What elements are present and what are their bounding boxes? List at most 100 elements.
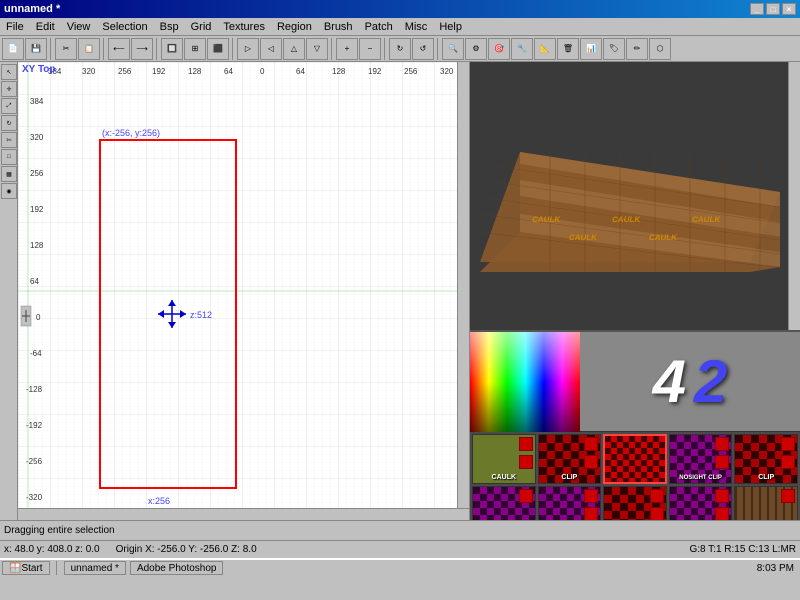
toolbar-btn-23[interactable]: 🗑 [557, 38, 579, 60]
toolbar-btn-19[interactable]: ⚙ [465, 38, 487, 60]
tool-scale[interactable]: ⤢ [1, 98, 17, 114]
menu-region[interactable]: Region [273, 20, 316, 34]
texture-clip-solid[interactable] [603, 434, 667, 484]
menu-edit[interactable]: Edit [32, 20, 59, 34]
toolbar-btn-14[interactable]: + [336, 38, 358, 60]
toolbar-btn-10[interactable]: ▷ [237, 38, 259, 60]
texture-clip-2[interactable]: CLIP [734, 434, 798, 484]
toolbar-btn-21[interactable]: 🔧 [511, 38, 533, 60]
toolbar-btn-2[interactable]: 💾 [25, 38, 47, 60]
toolbar-btn-7[interactable]: 🔲 [161, 38, 183, 60]
texture-nosight-2[interactable]: NOSIGHT [472, 486, 536, 520]
svg-text:320: 320 [440, 67, 454, 76]
taskbar-sep [56, 561, 58, 575]
color-canvas[interactable] [470, 332, 580, 432]
left-tool-panel: ↖ ✛ ⤢ ↻ ✄ □ ▦ ◉ [0, 62, 18, 520]
viewport-2d-scrollbar-v[interactable] [457, 62, 469, 520]
svg-text:256: 256 [404, 67, 418, 76]
menu-brush[interactable]: Brush [320, 20, 357, 34]
svg-text:256: 256 [118, 67, 132, 76]
viewport-3d-scrollbar-v[interactable] [788, 62, 800, 330]
texture-clip-3[interactable]: CLIP [603, 486, 667, 520]
tool-texture[interactable]: ▦ [1, 166, 17, 182]
start-label: Start [21, 563, 42, 574]
menu-help[interactable]: Help [435, 20, 466, 34]
tool-entity[interactable]: ◉ [1, 183, 17, 199]
texture-nosight-clip-3[interactable]: NOSIGHT CLIP [669, 486, 733, 520]
svg-text:256: 256 [30, 169, 44, 178]
toolbar-btn-16[interactable]: ↻ [389, 38, 411, 60]
grid-display: G:8 T:1 R:15 C:13 L:MR [689, 544, 796, 555]
texture-nosight-clip-2[interactable]: NOSIGHT CLIP [538, 486, 602, 520]
toolbar-btn-20[interactable]: 🎯 [488, 38, 510, 60]
toolbar-btn-11[interactable]: ◁ [260, 38, 282, 60]
viewport-2d[interactable]: 384 320 256 192 128 64 0 64 128 192 256 … [18, 62, 470, 520]
minimize-button[interactable]: _ [750, 3, 764, 15]
right-panel: CAULK CAULK CAULK CAULK CAULK 4 [470, 62, 800, 520]
svg-text:(x:-256, y:256): (x:-256, y:256) [102, 128, 160, 138]
toolbar-btn-1[interactable]: 📄 [2, 38, 24, 60]
maximize-button[interactable]: □ [766, 3, 780, 15]
toolbar-btn-27[interactable]: ⬡ [649, 38, 671, 60]
taskbar-app-unnamed[interactable]: unnamed * [64, 561, 126, 575]
menu-file[interactable]: File [2, 20, 28, 34]
tool-brush[interactable]: □ [1, 149, 17, 165]
drag-message: Dragging entire selection [4, 525, 115, 536]
menu-selection[interactable]: Selection [98, 20, 151, 34]
tool-select[interactable]: ↖ [1, 64, 17, 80]
texture-clip-1-label: CLIP [561, 474, 577, 481]
texture-caulk-label: CAULK [492, 474, 517, 481]
menu-grid[interactable]: Grid [187, 20, 216, 34]
toolbar-separator-2 [103, 38, 105, 60]
toolbar-btn-9[interactable]: ⬛ [207, 38, 229, 60]
svg-text:128: 128 [188, 67, 202, 76]
toolbar-btn-26[interactable]: ✏ [626, 38, 648, 60]
texture-wood-ladder[interactable]: WOOD LADDER [734, 486, 798, 520]
grid-svg: 384 320 256 192 128 64 0 64 128 192 256 … [18, 62, 468, 520]
toolbar-btn-4[interactable]: 📋 [78, 38, 100, 60]
toolbar-separator-4 [232, 38, 234, 60]
taskbar-app-photoshop[interactable]: Adobe Photoshop [130, 561, 224, 575]
toolbar-btn-3[interactable]: ✂ [55, 38, 77, 60]
menu-patch[interactable]: Patch [361, 20, 397, 34]
texture-nosight-clip-1[interactable]: NOSIGHT CLIP [669, 434, 733, 484]
menu-bsp[interactable]: Bsp [156, 20, 183, 34]
coords-display: x: 48.0 y: 408.0 z: 0.0 [4, 544, 100, 555]
toolbar-separator-7 [437, 38, 439, 60]
menu-textures[interactable]: Textures [219, 20, 269, 34]
texture-clip-1[interactable]: CLIP [538, 434, 602, 484]
toolbar-btn-24[interactable]: 📊 [580, 38, 602, 60]
menu-misc[interactable]: Misc [401, 20, 432, 34]
viewport-3d[interactable]: CAULK CAULK CAULK CAULK CAULK [470, 62, 800, 332]
tool-move[interactable]: ✛ [1, 81, 17, 97]
close-button[interactable]: × [782, 3, 796, 15]
toolbar-btn-13[interactable]: ▽ [306, 38, 328, 60]
toolbar-btn-15[interactable]: − [359, 38, 381, 60]
origin-display: Origin X: -256.0 Y: -256.0 Z: 8.0 [116, 544, 257, 555]
taskbar: 🪟 Start unnamed * Adobe Photoshop 8:03 P… [0, 558, 800, 576]
svg-text:192: 192 [30, 205, 44, 214]
svg-text:-256: -256 [26, 457, 43, 466]
start-button[interactable]: 🪟 Start [2, 561, 50, 575]
tool-rotate[interactable]: ↻ [1, 115, 17, 131]
tool-clip[interactable]: ✄ [1, 132, 17, 148]
menu-view[interactable]: View [63, 20, 95, 34]
svg-text:z:512: z:512 [190, 310, 212, 320]
toolbar-btn-6[interactable]: ⟶ [131, 38, 153, 60]
toolbar-btn-8[interactable]: ⊞ [184, 38, 206, 60]
toolbar-btn-18[interactable]: 🔍 [442, 38, 464, 60]
toolbar-btn-5[interactable]: ⟵ [108, 38, 130, 60]
toolbar-btn-17[interactable]: ↺ [412, 38, 434, 60]
texture-caulk[interactable]: CAULK [472, 434, 536, 484]
color-spectrum [470, 332, 580, 432]
viewport-2d-scrollbar-h[interactable] [18, 508, 469, 520]
toolbar-btn-25[interactable]: 🏷 [603, 38, 625, 60]
toolbar-separator-5 [331, 38, 333, 60]
toolbar-separator-6 [384, 38, 386, 60]
svg-text:320: 320 [82, 67, 96, 76]
svg-text:64: 64 [296, 67, 305, 76]
window-controls[interactable]: _ □ × [750, 3, 796, 15]
toolbar-btn-22[interactable]: 📐 [534, 38, 556, 60]
svg-text:CAULK: CAULK [531, 215, 561, 224]
toolbar-btn-12[interactable]: △ [283, 38, 305, 60]
